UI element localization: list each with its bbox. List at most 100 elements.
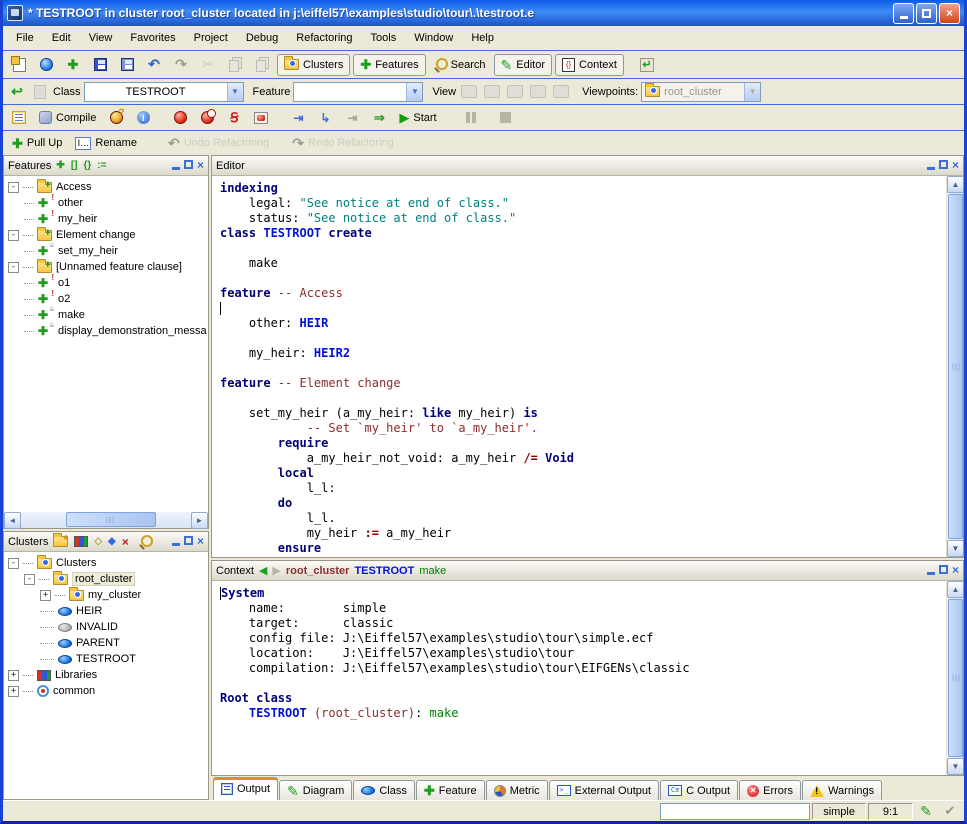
view-interface-button[interactable] bbox=[551, 81, 571, 103]
new-window-button[interactable] bbox=[7, 54, 31, 76]
scroll-down-icon[interactable]: ▼ bbox=[947, 758, 963, 775]
cluster-item-libraries[interactable]: + Libraries bbox=[8, 667, 208, 683]
scroll-thumb[interactable] bbox=[948, 194, 963, 539]
scroll-thumb[interactable] bbox=[66, 512, 156, 527]
compile-button[interactable]: Compile bbox=[34, 107, 101, 129]
status-check-button[interactable]: ✔ bbox=[939, 803, 961, 820]
signature-brackets-icon[interactable]: [] bbox=[71, 160, 78, 171]
compile-workbench-button[interactable] bbox=[104, 107, 128, 129]
menu-window[interactable]: Window bbox=[405, 28, 462, 48]
menu-view[interactable]: View bbox=[80, 28, 122, 48]
features-horizontal-scrollbar[interactable]: ◄ ► bbox=[4, 511, 208, 528]
feature-clause-access[interactable]: - Access bbox=[8, 179, 208, 195]
cluster-search-icon[interactable] bbox=[139, 535, 152, 548]
cluster-item-root-cluster[interactable]: - root_cluster bbox=[24, 571, 208, 587]
undo-button[interactable]: ↶ bbox=[142, 54, 166, 76]
collapse-icon[interactable]: - bbox=[24, 574, 35, 585]
editor-minimize-icon[interactable] bbox=[927, 167, 935, 170]
stop-button[interactable] bbox=[494, 107, 518, 129]
remove-stop-points-button[interactable]: Ꞩ bbox=[222, 107, 246, 129]
add-item-icon[interactable]: ◇ bbox=[94, 536, 102, 547]
undo-refactoring-button[interactable]: ↶ Undo Refactoring bbox=[163, 132, 274, 154]
tab-external-output[interactable]: >_ External Output bbox=[549, 780, 659, 800]
step-over-button[interactable]: ↳ bbox=[313, 107, 337, 129]
view-clickable-button[interactable] bbox=[482, 81, 502, 103]
cut-button[interactable]: ✂ bbox=[196, 54, 220, 76]
new-library-icon[interactable] bbox=[74, 536, 88, 547]
cluster-item-clusters[interactable]: - Clusters bbox=[8, 555, 208, 571]
features-minimize-icon[interactable] bbox=[172, 167, 180, 170]
class-item-heir[interactable]: HEIR bbox=[40, 603, 208, 619]
class-item-testroot[interactable]: TESTROOT bbox=[40, 651, 208, 667]
save-button[interactable] bbox=[88, 54, 112, 76]
context-close-icon[interactable]: × bbox=[952, 565, 959, 576]
minimize-button[interactable] bbox=[893, 3, 914, 24]
editor-tool-button[interactable]: ✎ Editor bbox=[494, 54, 552, 76]
status-search-input[interactable] bbox=[660, 803, 810, 820]
features-maximize-icon[interactable] bbox=[184, 160, 193, 169]
enable-stop-points-button[interactable] bbox=[168, 107, 192, 129]
copy-button[interactable] bbox=[223, 54, 247, 76]
clusters-maximize-icon[interactable] bbox=[184, 536, 193, 545]
redo-refactoring-button[interactable]: ↷ Redo Refactoring bbox=[287, 132, 398, 154]
scroll-up-icon[interactable]: ▲ bbox=[947, 581, 963, 598]
features-close-icon[interactable]: × bbox=[197, 160, 204, 171]
status-edit-mode-button[interactable]: ✎ bbox=[915, 803, 937, 820]
cluster-item-common[interactable]: + common bbox=[8, 683, 208, 699]
menu-tools[interactable]: Tools bbox=[362, 28, 406, 48]
history-doc-button[interactable] bbox=[30, 81, 50, 103]
tab-c-output[interactable]: C≡ C Output bbox=[660, 780, 738, 800]
feature-item-set-my-heir[interactable]: ✚≡ set_my_heir bbox=[24, 243, 208, 259]
external-editor-button[interactable]: ↵ bbox=[635, 54, 659, 76]
editor-vertical-scrollbar[interactable]: ▲ ▼ bbox=[946, 176, 963, 557]
close-button[interactable]: × bbox=[939, 3, 960, 24]
context-maximize-icon[interactable] bbox=[939, 565, 948, 574]
back-to-class-button[interactable]: ↩ bbox=[7, 81, 27, 103]
expand-icon[interactable]: + bbox=[40, 590, 51, 601]
new-cluster-icon[interactable] bbox=[53, 536, 68, 547]
scroll-up-icon[interactable]: ▲ bbox=[947, 176, 963, 193]
tab-metric[interactable]: Metric bbox=[486, 780, 548, 800]
collapse-icon[interactable]: - bbox=[8, 558, 19, 569]
tab-errors[interactable]: ✕ Errors bbox=[739, 780, 801, 800]
context-tool-button[interactable]: {} Context bbox=[555, 54, 624, 76]
rename-button[interactable]: I… Rename bbox=[70, 132, 142, 154]
scroll-right-icon[interactable]: ► bbox=[191, 512, 208, 529]
pause-button[interactable] bbox=[459, 107, 483, 129]
breakpoints-window-button[interactable] bbox=[249, 107, 273, 129]
context-minimize-icon[interactable] bbox=[927, 572, 935, 575]
editor-maximize-icon[interactable] bbox=[939, 160, 948, 169]
signature-braces-icon[interactable]: {} bbox=[83, 160, 91, 171]
pull-up-button[interactable]: ✚ Pull Up bbox=[7, 132, 67, 154]
maximize-button[interactable] bbox=[916, 3, 937, 24]
expand-icon[interactable]: + bbox=[8, 670, 19, 681]
class-item-parent[interactable]: PARENT bbox=[40, 635, 208, 651]
menu-favorites[interactable]: Favorites bbox=[121, 28, 184, 48]
menu-project[interactable]: Project bbox=[185, 28, 237, 48]
tab-warnings[interactable]: Warnings bbox=[802, 780, 882, 800]
view-flat-button[interactable] bbox=[505, 81, 525, 103]
menu-debug[interactable]: Debug bbox=[237, 28, 287, 48]
redo-button[interactable]: ↷ bbox=[169, 54, 193, 76]
scroll-thumb[interactable] bbox=[948, 599, 963, 757]
disable-stop-points-button[interactable] bbox=[195, 107, 219, 129]
save-all-button[interactable] bbox=[115, 54, 139, 76]
menu-help[interactable]: Help bbox=[462, 28, 503, 48]
editor-close-icon[interactable]: × bbox=[952, 160, 959, 171]
context-crumb-class[interactable]: TESTROOT bbox=[354, 565, 414, 577]
clusters-tool-button[interactable]: Clusters bbox=[277, 54, 350, 76]
menu-file[interactable]: File bbox=[7, 28, 43, 48]
feature-item-display-demonstration-message[interactable]: ✚≡ display_demonstration_messa bbox=[24, 323, 208, 339]
context-vertical-scrollbar[interactable]: ▲ ▼ bbox=[946, 581, 963, 775]
expand-icon[interactable]: + bbox=[8, 686, 19, 697]
feature-combobox-arrow[interactable]: ▼ bbox=[406, 83, 422, 101]
collapse-icon[interactable]: - bbox=[8, 230, 19, 241]
compilation-info-button[interactable]: i bbox=[131, 107, 155, 129]
scroll-left-icon[interactable]: ◄ bbox=[4, 512, 21, 529]
search-tool-button[interactable]: Search bbox=[429, 54, 491, 76]
class-item-invalid[interactable]: INVALID bbox=[40, 619, 208, 635]
feature-item-my-heir[interactable]: ✚! my_heir bbox=[24, 211, 208, 227]
context-forward-icon[interactable]: ▶ bbox=[272, 564, 280, 577]
feature-combobox[interactable]: ▼ bbox=[293, 82, 423, 102]
clusters-minimize-icon[interactable] bbox=[172, 543, 180, 546]
